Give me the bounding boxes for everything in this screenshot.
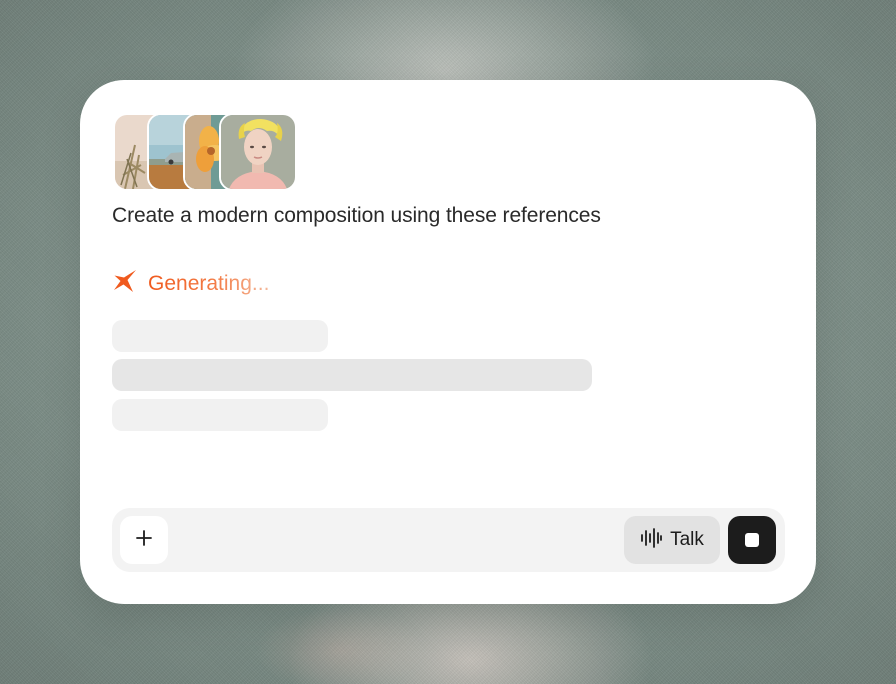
talk-button[interactable]: Talk (624, 516, 720, 564)
talk-label: Talk (670, 529, 704, 550)
add-button[interactable] (120, 516, 168, 564)
sparkle-icon (112, 268, 138, 299)
stop-button[interactable] (728, 516, 776, 564)
status-label: Generating... (148, 271, 270, 295)
loading-placeholder-line (112, 359, 592, 391)
composer-bar: Talk (112, 508, 785, 572)
loading-placeholder-line (112, 320, 328, 352)
generation-card: Create a modern composition using these … (80, 80, 816, 604)
reference-thumbnail-portrait[interactable] (219, 113, 297, 191)
loading-placeholder-line (112, 399, 328, 431)
generation-status: Generating... (112, 268, 269, 299)
stop-icon (745, 533, 759, 547)
prompt-text: Create a modern composition using these … (112, 204, 601, 227)
plus-icon (135, 529, 153, 552)
waveform-icon (640, 527, 662, 554)
